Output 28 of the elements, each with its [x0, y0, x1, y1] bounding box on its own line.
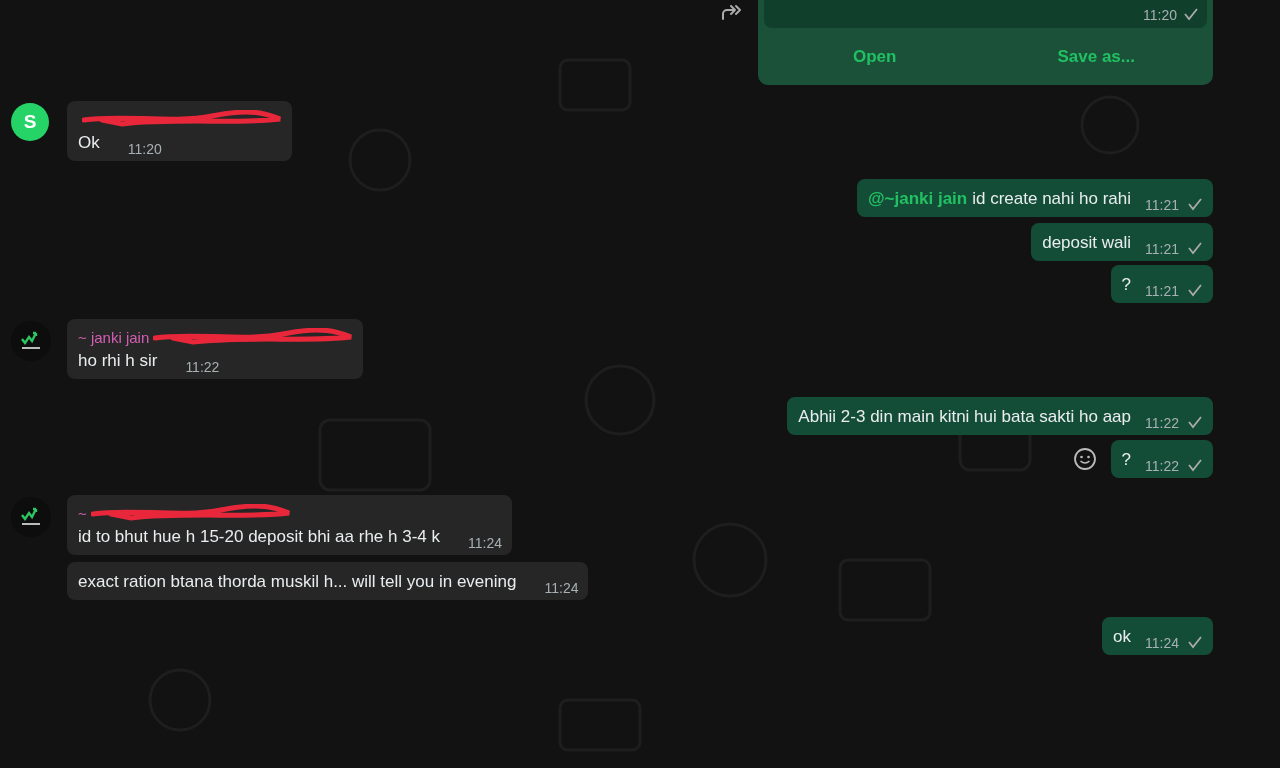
message-text: deposit wali	[1042, 232, 1131, 254]
message-text: Abhii 2-3 din main kitni hui bata sakti ho aap	[798, 406, 1131, 428]
document-action-button[interactable]: Open	[764, 28, 986, 85]
message-text: id to bhut hue h 15-20 deposit bhi aa rhe h 3-4 k	[78, 526, 440, 548]
message-time: 11:21	[1145, 283, 1179, 299]
emoji-icon[interactable]	[1072, 447, 1097, 471]
message-time: 11:24	[1145, 635, 1179, 651]
document-action-button[interactable]: Save as...	[985, 28, 1207, 85]
message-time: 11:20	[1143, 7, 1177, 23]
forward-icon[interactable]	[720, 2, 744, 22]
message-text: ?	[1121, 274, 1131, 296]
message-text: Ok	[78, 132, 100, 154]
message-text: ok	[1113, 626, 1131, 648]
sender-name: ~	[78, 504, 87, 522]
message-time: 11:22	[1145, 415, 1179, 431]
message-time: 11:22	[1145, 458, 1179, 474]
message-time: 11:24	[544, 580, 579, 596]
message-text: ho rhi h sir	[78, 350, 158, 372]
message-time: 11:21	[1145, 197, 1179, 213]
message-text: ?	[1121, 449, 1131, 471]
sender-name: ~ janki jain	[78, 328, 150, 346]
message-time: 11:22	[185, 359, 220, 375]
message-text: @~janki jain id create nahi ho rahi	[867, 188, 1131, 210]
message-time: 11:20	[127, 141, 162, 157]
message-time: 11:21	[1145, 241, 1179, 257]
message-text: exact ration btana thorda muskil h... will tell you in evening	[78, 571, 517, 593]
contact-avatar[interactable]: S	[11, 103, 49, 141]
message-time: 11:24	[468, 535, 502, 551]
